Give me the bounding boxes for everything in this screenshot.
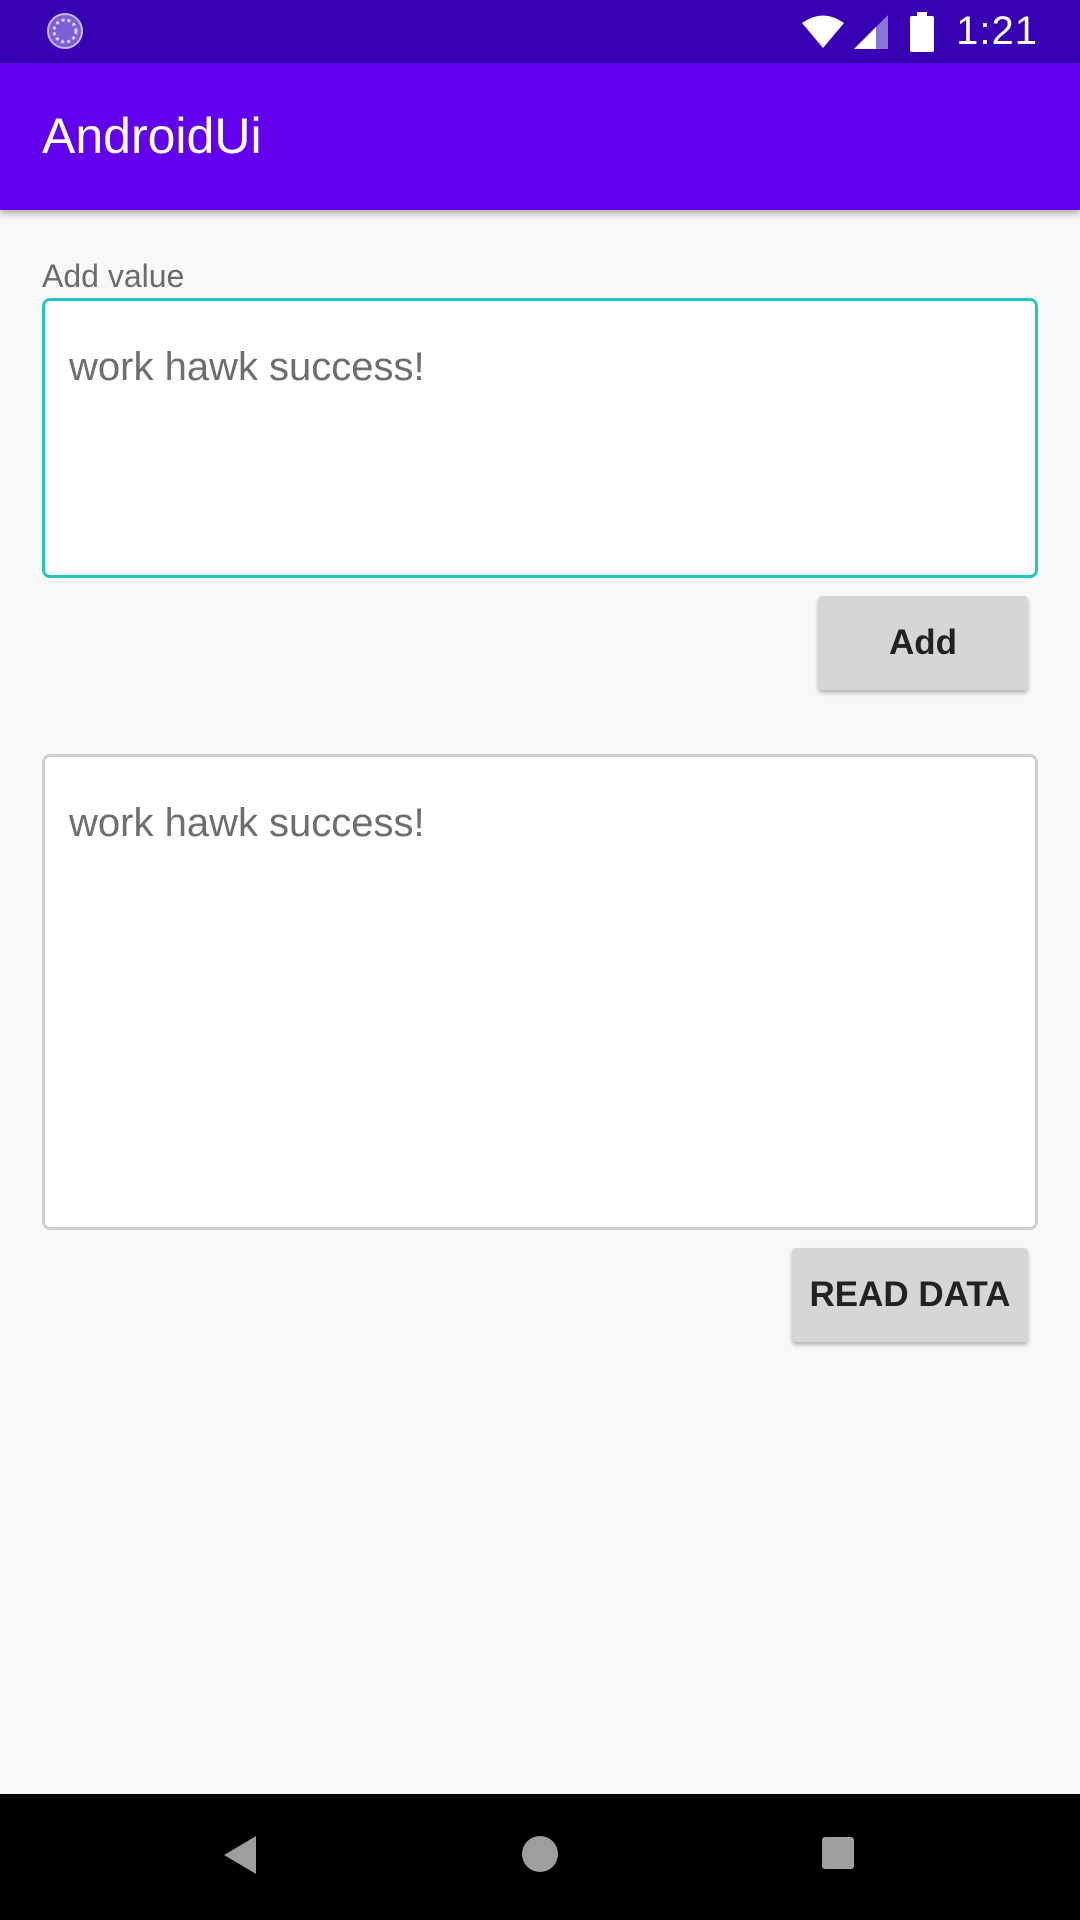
battery-icon	[910, 11, 935, 52]
value-input[interactable]: work hawk success!	[42, 298, 1038, 578]
status-bar: 1:21	[0, 0, 1080, 63]
recents-icon[interactable]	[821, 1836, 855, 1870]
home-icon[interactable]	[520, 1834, 560, 1874]
app-bar: AndroidUi	[0, 63, 1080, 210]
navigation-bar	[0, 1794, 1080, 1920]
status-time: 1:21	[956, 9, 1038, 53]
status-icons: 1:21	[800, 0, 1038, 63]
read-data-button[interactable]: READ DATA	[792, 1248, 1028, 1342]
back-icon[interactable]	[222, 1834, 260, 1876]
output-field[interactable]: work hawk success!	[42, 754, 1038, 1230]
page-title: AndroidUi	[42, 108, 262, 164]
signal-icon	[854, 14, 889, 49]
loading-icon	[47, 13, 83, 49]
add-button[interactable]: Add	[818, 596, 1028, 690]
input-label: Add value	[42, 258, 185, 294]
wifi-icon	[802, 15, 845, 48]
